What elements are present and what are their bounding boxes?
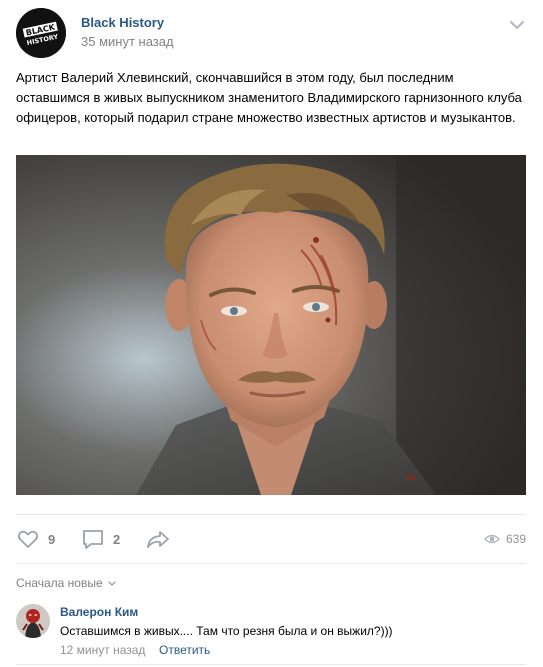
comment-divider [16,664,526,665]
comment-sort-dropdown[interactable]: Сначала новые [16,576,117,590]
share-button[interactable] [145,527,171,551]
like-button[interactable]: 9 [16,527,55,551]
chevron-down-icon [107,581,116,586]
heart-icon [17,530,39,548]
eye-icon [483,534,500,544]
actions-divider [16,563,526,564]
post-card: BLACK HISTORY Black History 35 минут наз… [0,0,543,667]
comment-time[interactable]: 12 минут назад [60,643,145,657]
views-counter: 639 [483,527,526,551]
like-count: 9 [48,531,56,547]
black-history-logo: BLACK HISTORY [16,8,66,58]
post-text: Артист Валерий Хлевинский, скончавшийся … [16,70,522,125]
comment-button[interactable]: 2 [81,527,120,551]
post-time[interactable]: 35 минут назад [81,34,174,49]
comment-count: 2 [113,531,121,547]
post-author[interactable]: Black History [81,15,164,30]
post-image[interactable] [16,155,526,495]
comment-avatar[interactable] [16,604,50,638]
community-avatar[interactable]: BLACK HISTORY [16,8,66,58]
share-icon [147,531,169,548]
comment-author[interactable]: Валерон Ким [60,605,138,619]
comment-sort-label: Сначала новые [16,576,103,590]
chevron-down-icon[interactable] [508,16,526,34]
comment-icon [83,530,103,549]
comment-text: Оставшимся в живых.... Там что резня был… [60,624,393,638]
views-count: 639 [505,532,526,546]
comment-reply-link[interactable]: Ответить [159,643,210,657]
post-divider [16,514,526,515]
